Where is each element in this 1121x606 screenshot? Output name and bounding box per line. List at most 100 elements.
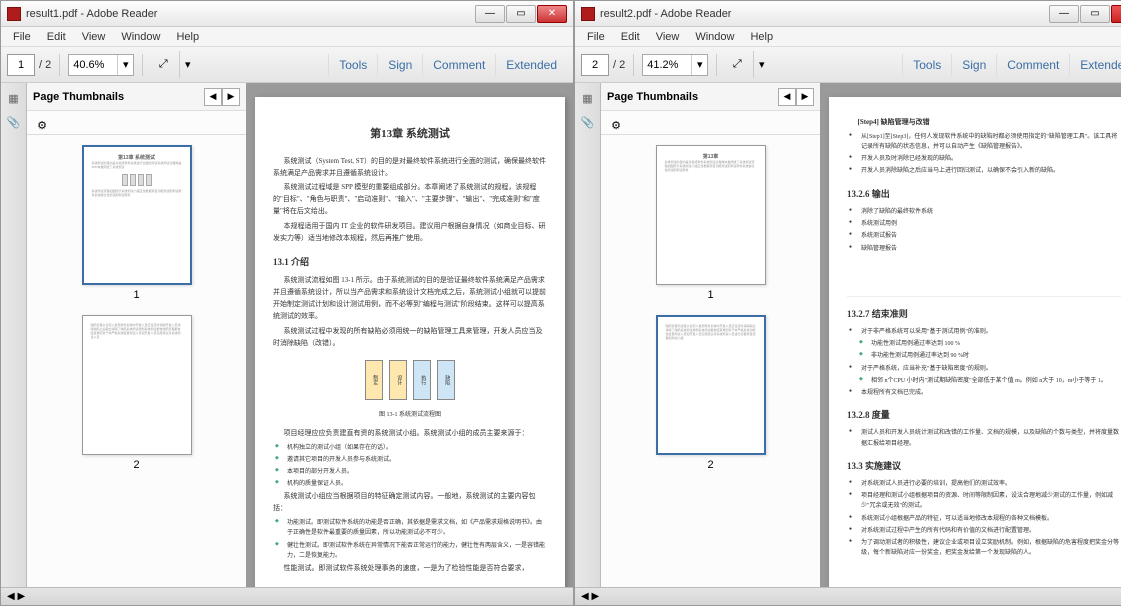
list-item: 测试人员和开发人员统计测试和改错的工作量、文档的规模，以及缺陷的个数与类型，并将… (861, 428, 1121, 448)
toolbar: / 2 ▾ ⤢ ▾ Tools Sign Comment Extended (1, 47, 573, 83)
left-rail: ▦ 📎 (575, 83, 601, 587)
list-item: 功能性测试用例通过率达到 100 % (871, 339, 1121, 349)
thumbnails-rail-icon[interactable]: ▦ (579, 89, 597, 107)
page-input[interactable] (581, 54, 609, 76)
menu-file[interactable]: File (5, 29, 39, 44)
status-nav-icon[interactable]: ◀ ▶ (581, 591, 599, 602)
doc-diagram: 制定设计执行缺陷 (273, 360, 547, 400)
doc-heading: 13.2.7 结束准则 (847, 307, 1121, 322)
doc-text: 系统测试（System Test, ST）的目的是对最终软件系统进行全面的测试，… (273, 156, 547, 180)
pdf-icon (581, 7, 595, 21)
next-thumb-icon[interactable]: ▶ (222, 88, 240, 106)
attachment-rail-icon[interactable]: 📎 (5, 113, 23, 131)
thumb-label: 2 (133, 459, 139, 471)
prev-thumb-icon[interactable]: ◀ (204, 88, 222, 106)
list-item: 健壮性测试。即测试软件系统在异常情况下能否正常运行的能力，健壮性有两层含义，一是… (287, 541, 547, 561)
menu-help[interactable]: Help (168, 29, 207, 44)
zoom-input[interactable] (69, 59, 117, 71)
menu-file[interactable]: File (579, 29, 613, 44)
zoom-dropdown-icon[interactable]: ▾ (691, 55, 707, 75)
sidebar-title: Page Thumbnails (607, 91, 778, 103)
toolbar: / 2 ▾ ⤢ ▾ Tools Sign Comment Extended (575, 47, 1121, 83)
sidebar-thumbnails: Page Thumbnails ◀ ▶ ⚙ 第13章 系统测试 系统测试的目的是… (27, 83, 247, 587)
menu-window[interactable]: Window (113, 29, 168, 44)
list-item: 系统测试小组根据产品的特征，可以适当地修改本规程的各种文档模板。 (861, 514, 1121, 524)
list-item: 机构的质量保证人员。 (287, 479, 547, 489)
thumbnail-2[interactable]: 缺陷管理与改错从任何人发现软件系统中开发人员应当及时消除输出消除了缺陷系统测试用… (651, 315, 771, 471)
window-title: result2.pdf - Adobe Reader (600, 8, 1048, 20)
thumb-options-icon[interactable]: ⚙ (30, 114, 54, 136)
zoom-input[interactable] (643, 59, 691, 71)
thumbnail-1[interactable]: 第13章 系统测试的目的是对最终软件系统测试过程域本章阐述了系统测试流程如图所示… (651, 145, 771, 301)
menu-view[interactable]: View (648, 29, 688, 44)
menu-edit[interactable]: Edit (39, 29, 74, 44)
minimize-button[interactable]: — (475, 5, 505, 23)
tool-dropdown-icon[interactable]: ▾ (753, 51, 769, 78)
status-nav-icon[interactable]: ◀ ▶ (7, 591, 25, 602)
tab-extended[interactable]: Extended (1069, 54, 1121, 76)
document-viewport[interactable]: 第13章 系统测试 系统测试（System Test, ST）的目的是对最终软件… (247, 83, 573, 587)
tab-comment[interactable]: Comment (422, 54, 495, 76)
close-button[interactable]: ✕ (1111, 5, 1121, 23)
list-item: 本规程所有文档已完成。 (861, 388, 1121, 398)
doc-text: 本规程适用于国内 IT 企业的软件研发项目。建议用户根据自身情况（如商业目标、研… (273, 221, 547, 245)
list-item: 开发人员及时消除已经发现的缺陷。 (861, 154, 1121, 164)
close-button[interactable]: ✕ (537, 5, 567, 23)
menubar: File Edit View Window Help (1, 27, 573, 47)
expand-tool-icon[interactable]: ⤢ (151, 54, 175, 76)
list-item: 对于严格系统，应当补充"基于缺陷密度"的规则。 (861, 364, 1121, 374)
statusbar: ◀ ▶ (1, 587, 573, 605)
page-total: / 2 (39, 59, 51, 71)
zoom-dropdown-icon[interactable]: ▾ (117, 55, 133, 75)
pdf-icon (7, 7, 21, 21)
doc-caption: 图 13-1 系统测试流程图 (273, 410, 547, 420)
maximize-button[interactable]: ▭ (1080, 5, 1110, 23)
list-item: 相邻 n个CPU 小时内"测试期缺陷密度"全部低于某个值 m。例如 n大于 10… (871, 376, 1121, 386)
menu-edit[interactable]: Edit (613, 29, 648, 44)
tab-comment[interactable]: Comment (996, 54, 1069, 76)
list-item: 项目经理和测试小组根据项目的资源、时间等限制因素，设法合理地减少测试的工作量，例… (861, 491, 1121, 511)
maximize-button[interactable]: ▭ (506, 5, 536, 23)
thumbnails-rail-icon[interactable]: ▦ (5, 89, 23, 107)
expand-tool-icon[interactable]: ⤢ (725, 54, 749, 76)
list-item: 开发人员消除缺陷之后应当马上进行回归测试，以确保不会引入新的缺陷。 (861, 166, 1121, 176)
attachment-rail-icon[interactable]: 📎 (579, 113, 597, 131)
list-item: 对于非严格系统可以采用"基于测试用例"的准则。 (861, 327, 1121, 337)
tool-dropdown-icon[interactable]: ▾ (179, 51, 195, 78)
menu-window[interactable]: Window (687, 29, 742, 44)
list-item: 为了调动测试者的积极性，建议企业或项目设立奖励机制。例如，根据缺陷的危害程度把奖… (861, 538, 1121, 558)
list-item: 对系统测试过程中产生的所有代码和有价值的文档进行配置管理。 (861, 526, 1121, 536)
doc-text: 性能测试。即测试软件系统处理事务的速度，一是为了检验性能是否符合要求， (273, 563, 547, 575)
document-viewport[interactable]: [Step4] 缺陷管理与改错 从[Step1]至[Step3]，任何人发现软件… (821, 83, 1121, 587)
sidebar-title: Page Thumbnails (33, 91, 204, 103)
page-input[interactable] (7, 54, 35, 76)
doc-heading: 13.2.6 输出 (847, 187, 1121, 202)
tab-extended[interactable]: Extended (495, 54, 567, 76)
page-total: / 2 (613, 59, 625, 71)
menu-help[interactable]: Help (742, 29, 781, 44)
thumb-options-icon[interactable]: ⚙ (604, 114, 628, 136)
minimize-button[interactable]: — (1049, 5, 1079, 23)
document-page: 第13章 系统测试 系统测试（System Test, ST）的目的是对最终软件… (255, 97, 565, 587)
window-left: result1.pdf - Adobe Reader — ▭ ✕ File Ed… (0, 0, 574, 606)
list-item: 缺陷管理报告 (861, 244, 1121, 254)
list-item: 从[Step1]至[Step3]，任何人发现软件系统中的缺陷时都必须使用指定的"… (861, 132, 1121, 152)
titlebar: result1.pdf - Adobe Reader — ▭ ✕ (1, 1, 573, 27)
tab-tools[interactable]: Tools (902, 54, 951, 76)
menu-view[interactable]: View (74, 29, 114, 44)
titlebar: result2.pdf - Adobe Reader — ▭ ✕ (575, 1, 1121, 27)
window-right: result2.pdf - Adobe Reader — ▭ ✕ File Ed… (574, 0, 1121, 606)
thumb-label: 2 (707, 459, 713, 471)
thumbnail-1[interactable]: 第13章 系统测试 系统测试的目的是对最终软件系统进行全面的测试系统测试过程域是… (77, 145, 197, 301)
list-item: 邀请其它项目的开发人员参与系统测试。 (287, 455, 547, 465)
next-thumb-icon[interactable]: ▶ (796, 88, 814, 106)
doc-text: [Step4] 缺陷管理与改错 (847, 117, 1121, 129)
tab-sign[interactable]: Sign (951, 54, 996, 76)
thumbnail-2[interactable]: 缺陷管理从任何人发现软件系统中开发人员应当及时消除开发人员消除缺陷之后输出消除了… (77, 315, 197, 471)
tab-sign[interactable]: Sign (377, 54, 422, 76)
doc-title: 第13章 系统测试 (273, 125, 547, 144)
tab-tools[interactable]: Tools (328, 54, 377, 76)
doc-text: 系统测试小组应当根据项目的特征确定测试内容。一般地，系统测试的主要内容包括： (273, 491, 547, 515)
list-item: 机构独立的测试小组（如果存在的话）。 (287, 443, 547, 453)
prev-thumb-icon[interactable]: ◀ (778, 88, 796, 106)
